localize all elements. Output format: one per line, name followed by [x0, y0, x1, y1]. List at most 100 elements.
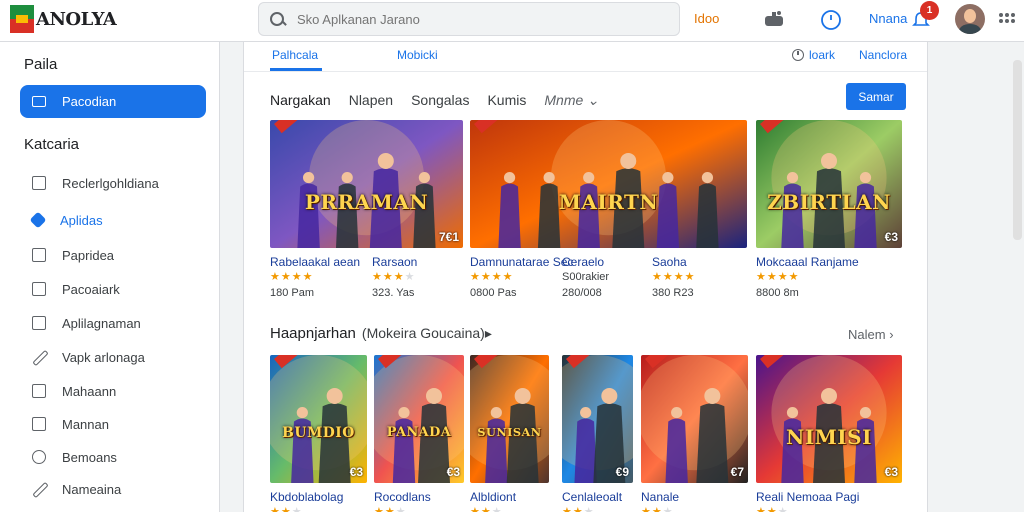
history-icon — [792, 49, 804, 61]
tab-1[interactable]: Palhcala — [272, 48, 318, 62]
see-all-button[interactable]: Samar — [846, 83, 906, 110]
rating-stars: ★★★ — [562, 506, 595, 512]
app-name[interactable]: Damnunatarae Sec — [470, 255, 573, 269]
thumbnail-title: NIMISI — [786, 425, 872, 450]
app-name[interactable]: Nanale — [641, 490, 679, 504]
price-tag: €3 — [446, 465, 460, 479]
sidebar-item-1[interactable]: Reclerlgohldiana — [32, 172, 159, 194]
notification-badge: 1 — [920, 1, 939, 20]
logo-text: ANOLYA — [36, 8, 117, 30]
sidebar-item-label: Mannan — [62, 416, 109, 432]
review-count: 0800 Pas — [470, 287, 517, 299]
grid-icon — [32, 417, 46, 431]
sidebar-item-label: Vapk arlonaga — [62, 349, 145, 365]
sidebar-item-8[interactable]: Mannan — [32, 413, 109, 435]
search-input[interactable] — [297, 11, 657, 27]
rating-stars: ★★★★ — [270, 271, 314, 283]
app-name[interactable]: Rocodlans — [374, 490, 431, 504]
monitor-icon — [32, 176, 46, 190]
sidebar-item-2[interactable]: Aplidas — [29, 209, 103, 231]
app-name[interactable]: Reali Nemoaa Pagi — [756, 490, 859, 504]
sidebar-item-3[interactable]: Papridea — [32, 244, 114, 266]
square-icon — [32, 248, 46, 262]
sidebar-item-9[interactable]: Bemoans — [32, 446, 117, 468]
gamepad-icon[interactable] — [762, 8, 786, 32]
tag-icon — [32, 482, 46, 496]
sidebar-item-4[interactable]: Pacoaiark — [32, 278, 120, 300]
sidebar-item-label: Bemoans — [62, 449, 117, 465]
scrollbar[interactable] — [1013, 60, 1022, 240]
sidebar-item-active[interactable]: Pacodian — [20, 85, 206, 118]
app-name[interactable]: Saoha — [652, 255, 687, 269]
filter-bar: Nargakan Nlapen Songalas Kumis Mnme ⌄ — [270, 90, 617, 110]
top-link[interactable]: Idoo — [694, 11, 719, 26]
sidebar-item-5[interactable]: Aplilagnaman — [32, 312, 141, 334]
rating-stars: ★★★ — [641, 506, 674, 512]
section-more-label: Nalem — [848, 327, 886, 342]
section-more-link[interactable]: Nalem › — [848, 327, 894, 342]
lock-icon — [32, 282, 46, 296]
rating-stars: ★★★ — [374, 506, 407, 512]
sidebar: Paila Pacodian Katcaria Reclerlgohldiana… — [0, 42, 220, 512]
app-name[interactable]: Albldiont — [470, 490, 516, 504]
price-tag: €3 — [349, 465, 363, 479]
search-icon — [269, 11, 285, 27]
sidebar-item-10[interactable]: Nameaina — [32, 478, 121, 500]
sidebar-item-label: Papridea — [62, 247, 115, 263]
rating-stars: ★★★★ — [372, 271, 416, 283]
app-thumbnail[interactable]: NIMISI €3 — [756, 355, 902, 483]
tab-bar: Palhcala Mobicki loark Nanclora — [244, 42, 927, 72]
app-name[interactable]: Mokcaaal Ranjame — [756, 255, 859, 269]
search-bar[interactable] — [258, 2, 680, 36]
app-thumbnail[interactable]: €7 — [641, 355, 748, 483]
filter-dropdown[interactable]: Mnme ⌄ — [544, 92, 599, 109]
main-content: Palhcala Mobicki loark Nanclora Nargakan… — [243, 42, 928, 512]
price-tag: 7€1 — [438, 230, 459, 244]
app-thumbnail[interactable]: BUMDIO €3 — [270, 355, 367, 483]
app-logo[interactable]: ANOLYA — [10, 3, 117, 35]
app-thumbnail[interactable]: PANADA €3 — [374, 355, 464, 483]
avatar[interactable] — [955, 4, 985, 34]
app-thumbnail[interactable]: €9 — [562, 355, 633, 483]
rating-stars: ★★★★ — [756, 271, 800, 283]
sidebar-heading: Paila — [24, 56, 58, 73]
sidebar-categories-heading: Katcaria — [24, 136, 80, 153]
filter-chip[interactable]: Songalas — [411, 92, 469, 108]
filter-chip[interactable]: Nargakan — [270, 92, 331, 108]
clock-icon[interactable] — [819, 8, 843, 32]
apps-menu-icon[interactable] — [998, 10, 1016, 28]
rating-stars: ★★★ — [470, 506, 503, 512]
app-name[interactable]: Rabelaakal aean — [270, 255, 360, 269]
filter-chip[interactable]: Nlapen — [349, 92, 393, 108]
app-name[interactable]: Cenlaleoalt — [562, 490, 622, 504]
thumbnail-title: SUNISAN — [477, 425, 542, 440]
sidebar-item-7[interactable]: Mahaann — [32, 380, 116, 402]
tab-right-1[interactable]: loark — [809, 48, 835, 62]
tab-2[interactable]: Mobicki — [397, 48, 438, 62]
review-count: 8800 8m — [756, 287, 799, 299]
diamond-icon — [29, 211, 47, 229]
rating-stars: ★★★ — [270, 506, 303, 512]
app-thumbnail[interactable]: PRRAMAN 7€1 — [270, 120, 463, 248]
app-thumbnail[interactable]: MAIRTN — [470, 120, 747, 248]
sidebar-item-label: Mahaann — [62, 383, 117, 399]
section-subtitle[interactable]: (Mokeira Goucaina)▸ — [362, 325, 492, 341]
app-name[interactable]: Kbdoblabolag — [270, 490, 343, 504]
circle-icon — [32, 450, 46, 464]
app-name[interactable]: Ceraelo — [562, 255, 604, 269]
top-bar: ANOLYA Idoo Nnana 1 — [0, 0, 1024, 42]
thumbnail-title: ZBIRTLAN — [767, 190, 891, 215]
review-count: 280/008 — [562, 287, 602, 299]
app-thumbnail[interactable]: SUNISAN — [470, 355, 549, 483]
user-name[interactable]: Nnana — [869, 11, 907, 26]
review-count: 323. Yas — [372, 287, 415, 299]
review-count: 180 Pam — [270, 287, 315, 299]
app-name[interactable]: Rarsaon — [372, 255, 417, 269]
sidebar-item-label: Pacodian — [62, 94, 117, 109]
filter-chip[interactable]: Kumis — [487, 92, 526, 108]
bag-icon — [32, 316, 46, 330]
sidebar-item-6[interactable]: Vapk arlonaga — [32, 346, 145, 368]
tab-right-2[interactable]: Nanclora — [859, 48, 907, 62]
tab-indicator — [270, 68, 322, 71]
app-thumbnail[interactable]: ZBIRTLAN €3 — [756, 120, 902, 248]
